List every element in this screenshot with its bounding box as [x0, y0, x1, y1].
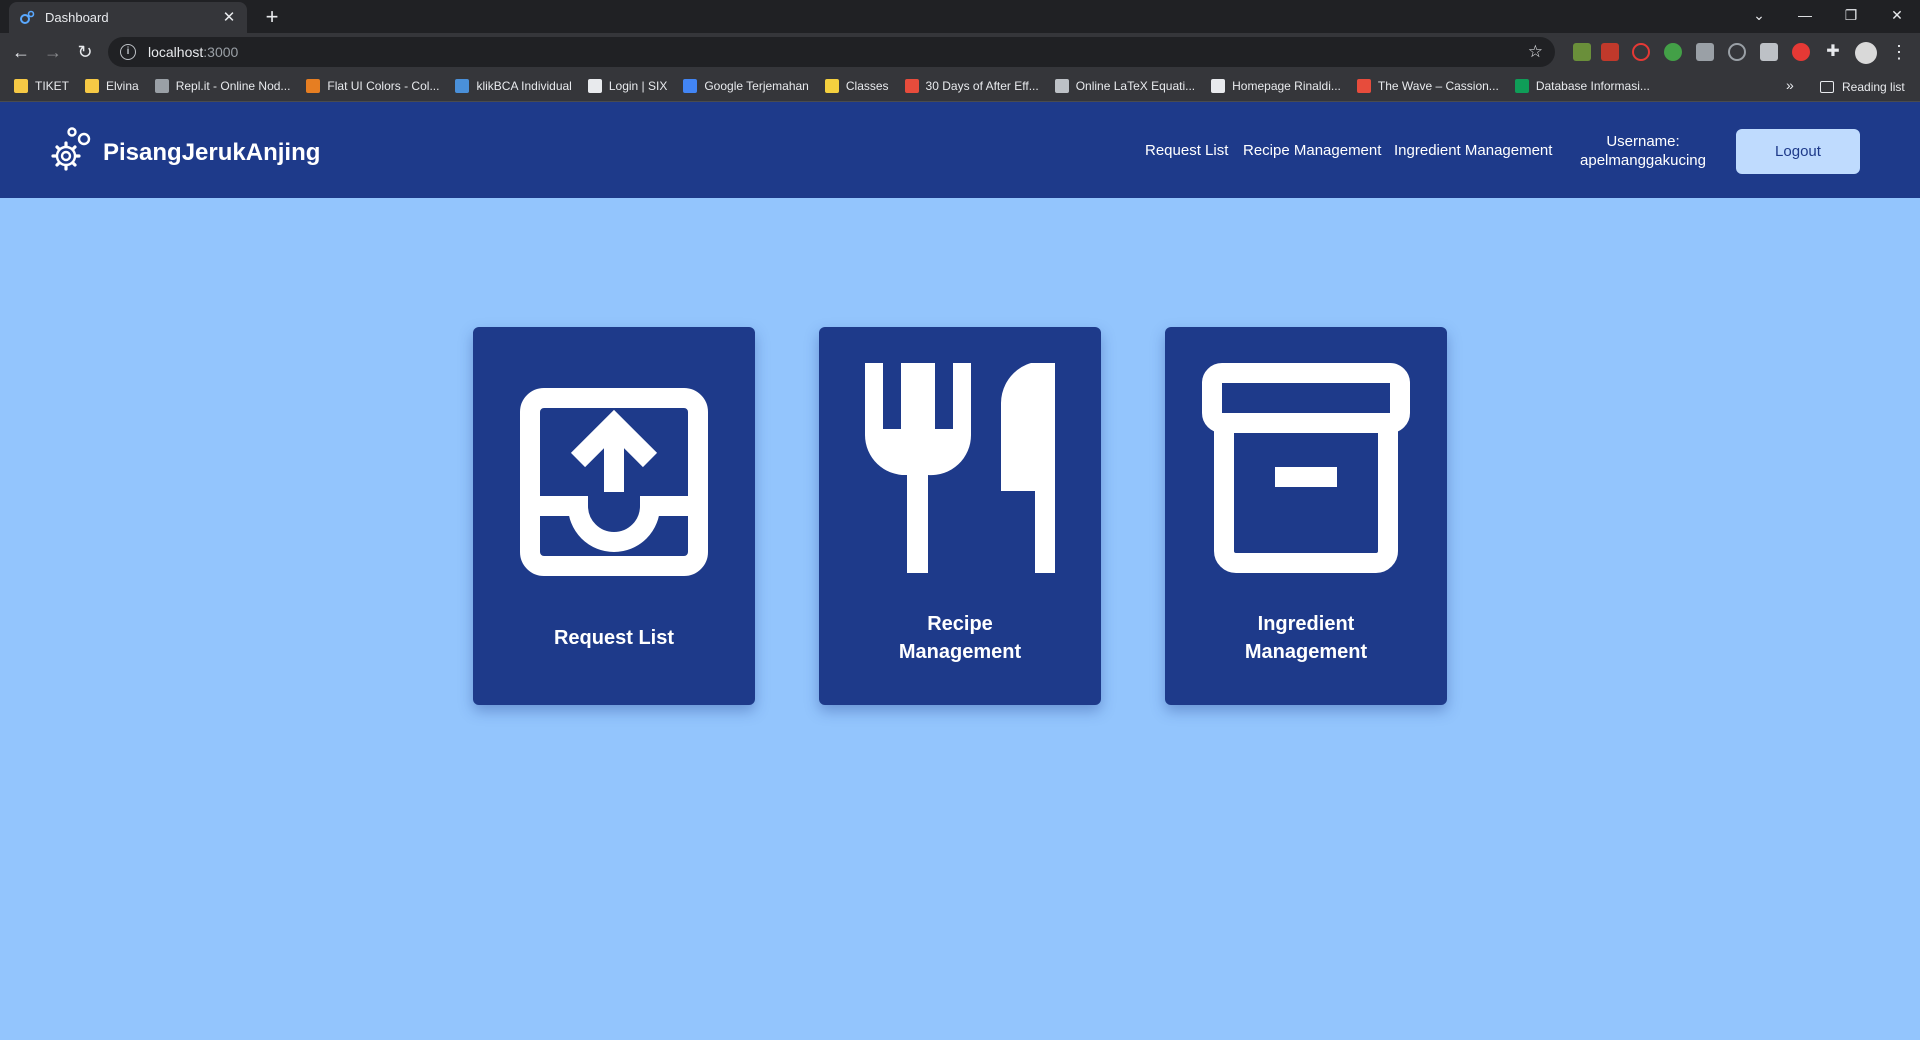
bookmark-label: Google Terjemahan	[704, 79, 809, 93]
bookmark-favicon-icon	[1514, 79, 1529, 93]
extension-red-icon[interactable]	[1792, 43, 1810, 61]
bookmark-item[interactable]: The Wave – Cassion...	[1356, 79, 1499, 93]
extension-camera-icon[interactable]	[1696, 43, 1714, 61]
tab-title: Dashboard	[45, 10, 109, 25]
bookmark-label: Database Informasi...	[1535, 79, 1650, 93]
bookmark-favicon-icon	[587, 79, 602, 93]
nav-recipe-management[interactable]: Recipe Management	[1243, 142, 1381, 159]
inbox-upload-icon	[520, 388, 708, 576]
address-bar[interactable]: i localhost :3000 ☆	[108, 37, 1555, 67]
bookmark-star-icon[interactable]: ☆	[1528, 42, 1543, 62]
bookmark-label: Flat UI Colors - Col...	[327, 79, 440, 93]
site-info-icon[interactable]: i	[120, 44, 136, 60]
bookmark-item[interactable]: Online LaTeX Equati...	[1054, 79, 1196, 93]
bookmark-item[interactable]: Classes	[824, 79, 889, 93]
back-button[interactable]: ←	[9, 40, 33, 64]
extension-opera-icon[interactable]	[1632, 43, 1650, 61]
username-label: Username:	[1606, 133, 1680, 150]
bookmark-label: Elvina	[106, 79, 139, 93]
bookmark-favicon-icon	[683, 79, 698, 93]
bookmark-label: Homepage Rinaldi...	[1232, 79, 1341, 93]
bookmark-favicon-icon	[85, 79, 100, 93]
bookmark-item[interactable]: Database Informasi...	[1514, 79, 1650, 93]
bookmark-favicon-icon	[904, 79, 919, 93]
bookmark-item[interactable]: Flat UI Colors - Col...	[306, 79, 439, 93]
card-recipe-label-line2: Management	[898, 641, 1022, 663]
minimize-button[interactable]: —	[1782, 0, 1828, 30]
bookmarks-overflow-icon[interactable]: »	[1786, 77, 1794, 93]
app-header: PisangJerukAnjing Request List Recipe Ma…	[0, 102, 1920, 198]
bookmark-label: Repl.it - Online Nod...	[175, 79, 291, 93]
reading-list-button[interactable]: Reading list	[1820, 71, 1905, 102]
bookmark-item[interactable]: Login | SIX	[587, 79, 668, 93]
card-ingredient-label-line2: Management	[1244, 641, 1368, 663]
card-request-list-label: Request List	[553, 627, 675, 649]
close-tab-icon[interactable]: ✕	[221, 9, 237, 26]
extensions-puzzle-icon[interactable]: ✚	[1824, 43, 1842, 61]
logout-button[interactable]: Logout	[1736, 129, 1860, 174]
bookmark-label: 30 Days of After Eff...	[925, 79, 1039, 93]
bookmark-favicon-icon	[1356, 79, 1371, 93]
bookmark-favicon-icon	[154, 79, 169, 93]
reload-button[interactable]: ↻	[73, 40, 97, 64]
close-window-button[interactable]: ✕	[1874, 0, 1920, 30]
card-ingredient-label-line1: Ingredient	[1257, 613, 1355, 635]
gears-logo-icon	[48, 126, 96, 179]
forward-button[interactable]: →	[41, 40, 65, 64]
bookmark-favicon-icon	[824, 79, 839, 93]
bookmark-item[interactable]: Repl.it - Online Nod...	[154, 79, 291, 93]
card-request-list[interactable]: Request List	[473, 327, 755, 705]
bookmark-label: Login | SIX	[608, 79, 668, 93]
card-recipe-label: Recipe Management	[819, 610, 1101, 666]
extension-pen-icon[interactable]	[1573, 43, 1591, 61]
reading-list-icon	[1820, 80, 1834, 93]
extension-green-icon[interactable]	[1664, 43, 1682, 61]
profile-avatar[interactable]	[1855, 42, 1877, 64]
bookmark-label: Online LaTeX Equati...	[1075, 79, 1196, 93]
bookmark-label: Classes	[845, 79, 889, 93]
bookmark-label: The Wave – Cassion...	[1377, 79, 1499, 93]
bookmark-favicon-icon	[1054, 79, 1069, 93]
bookmark-item[interactable]: Elvina	[85, 79, 139, 93]
extension-circle-icon[interactable]	[1728, 43, 1746, 61]
restore-button[interactable]: ❐	[1828, 0, 1874, 30]
bookmark-item[interactable]: klikBCA Individual	[455, 79, 572, 93]
user-info: Username: apelmanggakucing	[1573, 132, 1713, 170]
username-value: apelmanggakucing	[1580, 152, 1706, 169]
bookmarks-bar: TIKET Elvina Repl.it - Online Nod... Flat U…	[0, 71, 1920, 102]
brand-name: PisangJerukAnjing	[103, 138, 321, 166]
nav-ingredient-management[interactable]: Ingredient Management	[1394, 142, 1552, 159]
card-recipe-label-line1: Recipe	[927, 613, 993, 635]
bookmark-label: TIKET	[35, 79, 70, 93]
brand[interactable]: PisangJerukAnjing	[48, 126, 320, 179]
card-recipe-management[interactable]: Recipe Management	[819, 327, 1101, 705]
bookmark-favicon-icon	[306, 79, 321, 93]
bookmark-item[interactable]: 30 Days of After Eff...	[904, 79, 1039, 93]
browser-tab[interactable]: Dashboard ✕	[9, 2, 247, 33]
browser-menu-icon[interactable]: ⋮	[1890, 40, 1908, 64]
bookmark-favicon-icon	[14, 79, 28, 93]
fork-knife-icon	[865, 363, 1055, 573]
new-tab-button[interactable]: +	[260, 5, 284, 29]
url-host: localhost	[148, 44, 204, 60]
bookmark-favicon-icon	[455, 79, 470, 93]
bookmark-favicon-icon	[1211, 79, 1226, 93]
browser-tab-bar: Dashboard ✕ + ⌄ — ❐ ✕	[0, 0, 1920, 33]
cog-favicon-icon	[19, 10, 35, 26]
bookmark-label: klikBCA Individual	[476, 79, 572, 93]
bookmark-item[interactable]: Google Terjemahan	[683, 79, 809, 93]
archive-box-icon	[1202, 363, 1410, 573]
extension-ublock-icon[interactable]	[1601, 43, 1619, 61]
card-ingredient-label: Ingredient Management	[1165, 610, 1447, 666]
nav-request-list[interactable]: Request List	[1145, 142, 1228, 159]
extension-image-icon[interactable]	[1760, 43, 1778, 61]
browser-toolbar: ← → ↻ i localhost :3000 ☆ ✚ ⋮	[0, 33, 1920, 71]
bookmark-item[interactable]: Homepage Rinaldi...	[1211, 79, 1341, 93]
bookmark-item[interactable]: TIKET	[14, 79, 69, 93]
reading-list-label: Reading list	[1842, 79, 1905, 94]
card-ingredient-management[interactable]: Ingredient Management	[1165, 327, 1447, 705]
tab-search-button[interactable]: ⌄	[1736, 0, 1782, 30]
url-port: :3000	[203, 44, 239, 60]
